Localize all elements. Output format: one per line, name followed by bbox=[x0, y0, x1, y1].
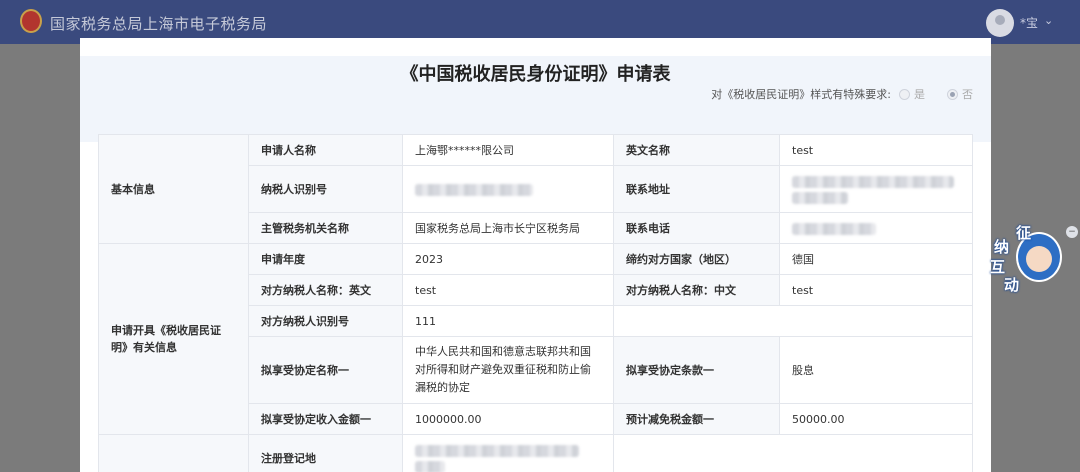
address-value bbox=[779, 165, 973, 213]
year-value: 2023 bbox=[402, 243, 614, 275]
address-label: 联系地址 bbox=[613, 165, 780, 213]
treaty-name-value: 中华人民共和国和德意志联邦共和国对所得和财产避免双重征税和防止偷漏税的协定 bbox=[402, 336, 614, 404]
application-form-modal: 《中国税收居民身份证明》申请表 对《税收居民证明》样式有特殊要求: 是 否 基本… bbox=[80, 38, 991, 472]
application-form-table: 基本信息 申请人名称 上海鄂******限公司 英文名称 test 纳税人识别号… bbox=[98, 134, 973, 472]
section-certificate-info: 申请开具《税收居民证明》有关信息 bbox=[98, 243, 249, 435]
table-row: 基本信息 申请人名称 上海鄂******限公司 英文名称 test bbox=[98, 134, 973, 244]
assistant-char: 互 bbox=[990, 258, 1006, 276]
special-style-option: 对《税收居民证明》样式有特殊要求: 是 否 bbox=[711, 86, 973, 102]
english-name-value: test bbox=[779, 134, 973, 166]
treaty-clause-value: 股息 bbox=[779, 336, 973, 404]
section-registration bbox=[98, 434, 249, 472]
modal-title: 《中国税收居民身份证明》申请表 bbox=[400, 64, 671, 85]
site-title[interactable]: 国家税务总局上海市电子税务局 bbox=[50, 13, 267, 34]
assistant-face-icon bbox=[1026, 246, 1052, 272]
country-label: 缔约对方国家（地区） bbox=[613, 243, 780, 275]
redacted-address bbox=[792, 175, 954, 188]
year-label: 申请年度 bbox=[248, 243, 403, 275]
authority-value: 国家税务总局上海市长宁区税务局 bbox=[402, 212, 614, 244]
phone-value bbox=[779, 212, 973, 244]
treaty-income-value: 1000000.00 bbox=[402, 403, 614, 435]
counterparty-tax-id-value: 111 bbox=[402, 305, 614, 337]
counterparty-tax-id-label: 对方纳税人识别号 bbox=[248, 305, 403, 337]
tax-id-label: 纳税人识别号 bbox=[248, 165, 403, 213]
section-basic-info: 基本信息 bbox=[98, 134, 249, 244]
chevron-down-icon[interactable]: ⌄ bbox=[1044, 14, 1053, 27]
redacted-phone bbox=[792, 222, 876, 235]
phone-label: 联系电话 bbox=[613, 212, 780, 244]
radio-yes[interactable] bbox=[899, 88, 910, 100]
radio-no[interactable] bbox=[947, 88, 958, 100]
user-avatar[interactable] bbox=[986, 9, 1014, 37]
counterparty-name-cn-label: 对方纳税人名称：中文 bbox=[613, 274, 780, 306]
user-name[interactable]: *宝 bbox=[1020, 14, 1038, 31]
counterparty-name-en-value: test bbox=[402, 274, 614, 306]
counterparty-name-cn-value: test bbox=[779, 274, 973, 306]
english-name-label: 英文名称 bbox=[613, 134, 780, 166]
collapse-icon[interactable]: − bbox=[1066, 226, 1078, 238]
applicant-name-value: 上海鄂******限公司 bbox=[402, 134, 614, 166]
tax-id-value bbox=[402, 165, 614, 213]
assistant-char: 征 bbox=[1016, 224, 1032, 242]
redacted-tax-id bbox=[415, 183, 533, 196]
redacted-registration-line2 bbox=[415, 460, 445, 472]
interactive-assistant-widget[interactable]: 征 纳 互 动 bbox=[986, 222, 1070, 300]
applicant-name-label: 申请人名称 bbox=[248, 134, 403, 166]
treaty-income-label: 拟享受协定收入金额一 bbox=[248, 403, 403, 435]
radio-yes-label[interactable]: 是 bbox=[914, 86, 925, 102]
empty-cell bbox=[613, 305, 973, 337]
tax-relief-value: 50000.00 bbox=[779, 403, 973, 435]
treaty-clause-label: 拟享受协定条款一 bbox=[613, 336, 780, 404]
registration-place-value bbox=[402, 434, 614, 472]
radio-no-label[interactable]: 否 bbox=[962, 86, 973, 102]
counterparty-name-en-label: 对方纳税人名称：英文 bbox=[248, 274, 403, 306]
redacted-registration bbox=[415, 444, 579, 457]
table-row: 注册登记地 bbox=[98, 434, 973, 472]
special-style-question: 对《税收居民证明》样式有特殊要求: bbox=[711, 88, 891, 101]
tax-emblem-icon bbox=[20, 9, 42, 33]
empty-cell bbox=[613, 434, 973, 472]
tax-relief-label: 预计减免税金额一 bbox=[613, 403, 780, 435]
registration-place-label: 注册登记地 bbox=[248, 434, 403, 472]
country-value: 德国 bbox=[779, 243, 973, 275]
table-row: 申请开具《税收居民证明》有关信息 申请年度 2023 缔约对方国家（地区） 德国 bbox=[98, 243, 973, 435]
treaty-name-label: 拟享受协定名称一 bbox=[248, 336, 403, 404]
assistant-char: 纳 bbox=[994, 238, 1010, 256]
authority-label: 主管税务机关名称 bbox=[248, 212, 403, 244]
assistant-char: 动 bbox=[1004, 276, 1020, 294]
redacted-address-line2 bbox=[792, 191, 848, 204]
